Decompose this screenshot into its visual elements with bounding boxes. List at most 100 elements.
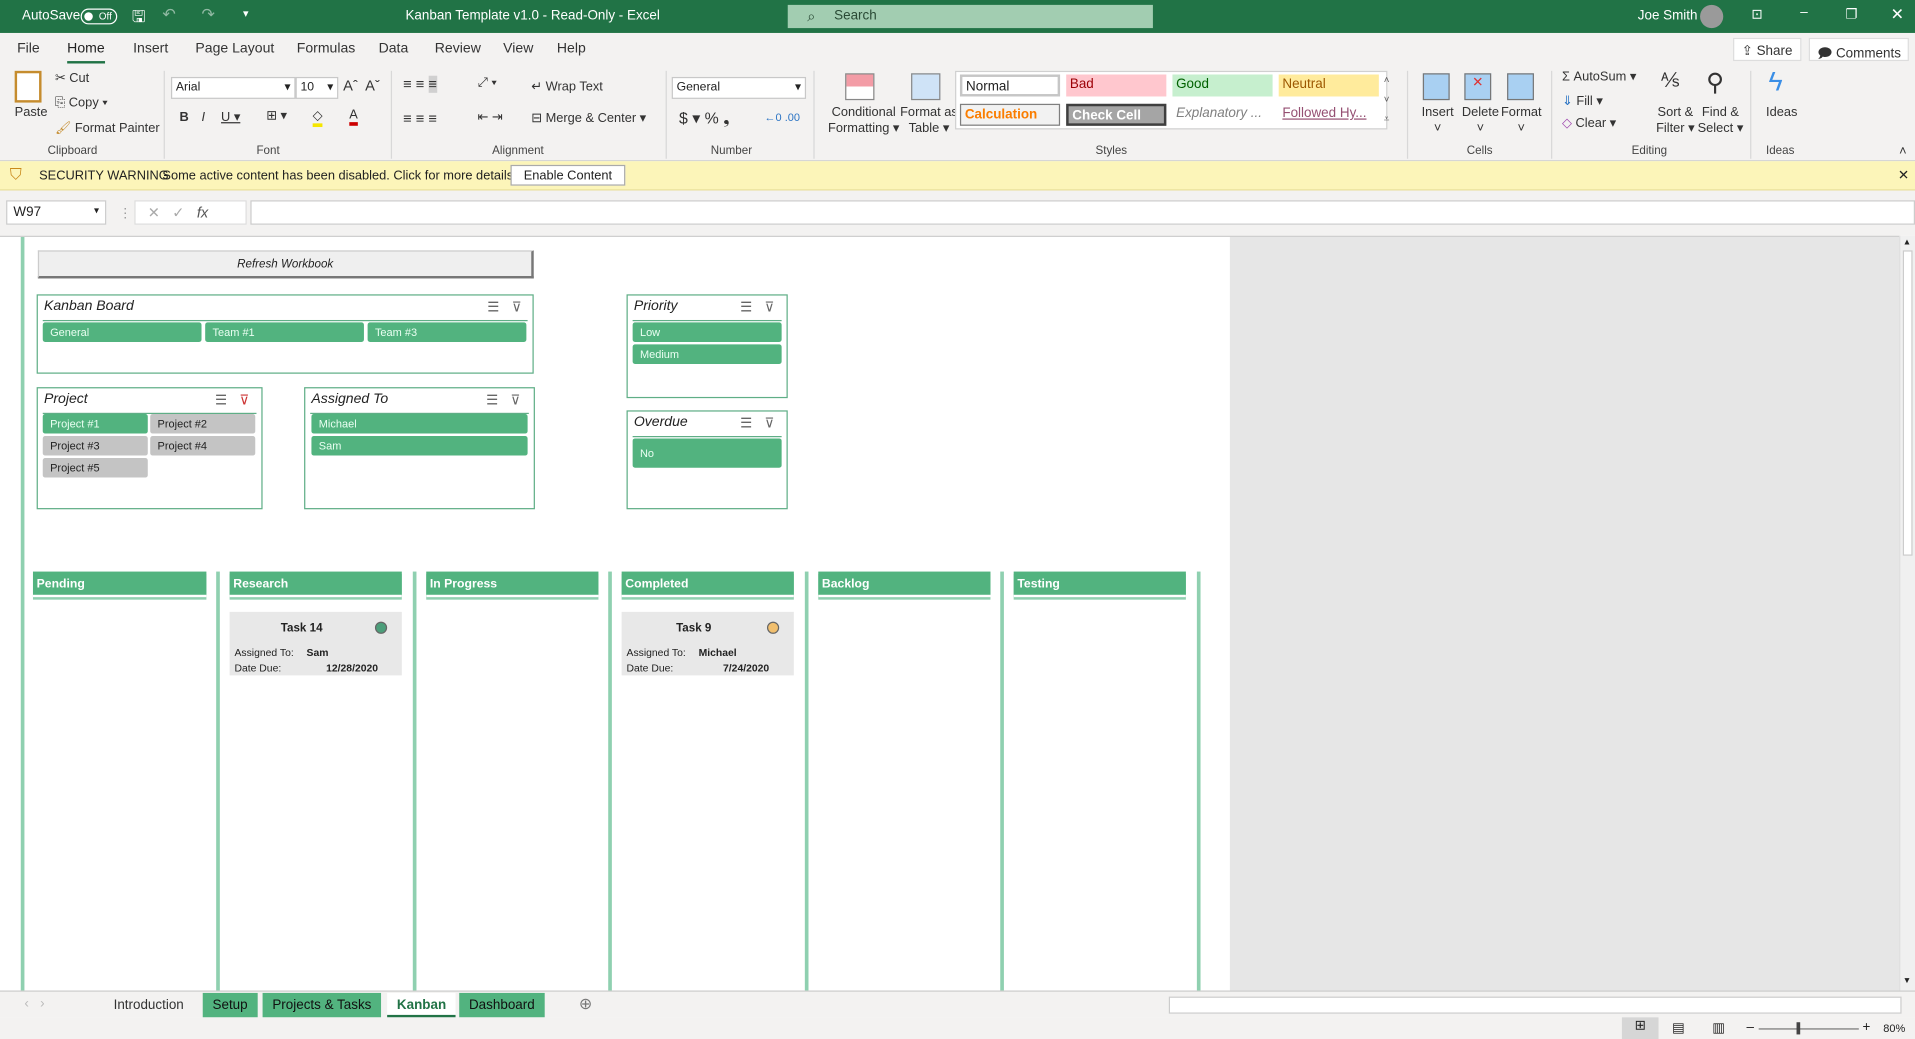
close-icon[interactable]: ✕ bbox=[1891, 5, 1904, 25]
cancel-icon[interactable]: ✕ bbox=[148, 204, 160, 221]
enter-icon[interactable]: ✓ bbox=[172, 204, 184, 221]
borders-icon[interactable]: ⊞ ▾ bbox=[266, 109, 287, 124]
minimize-icon[interactable]: – bbox=[1800, 5, 1807, 20]
enable-content-button[interactable]: Enable Content bbox=[510, 164, 626, 186]
refresh-workbook-button[interactable]: Refresh Workbook bbox=[37, 250, 534, 279]
sort-filter-icon[interactable]: ⅍ bbox=[1661, 71, 1679, 93]
style-good[interactable]: Good bbox=[1172, 74, 1273, 97]
add-sheet-icon[interactable]: ⊕ bbox=[579, 994, 592, 1014]
horizontal-scrollbar[interactable] bbox=[1168, 996, 1902, 1014]
page-layout-view-icon[interactable]: ▤ bbox=[1672, 1020, 1685, 1036]
conditional-formatting-button[interactable]: Conditional Formatting ▾ bbox=[828, 105, 899, 137]
format-painter-button[interactable]: 🖌 Format Painter bbox=[55, 120, 160, 136]
font-size-select[interactable]: 10 ▾ bbox=[295, 76, 339, 99]
style-explanatory[interactable]: Explanatory ... bbox=[1172, 104, 1272, 126]
multi-select-icon[interactable]: ☰ bbox=[486, 392, 498, 408]
name-box[interactable]: W97 ▾ bbox=[6, 200, 107, 225]
scroll-down-icon[interactable]: ▼ bbox=[1903, 977, 1911, 986]
restore-icon[interactable]: ❐ bbox=[1845, 6, 1857, 22]
ideas-icon[interactable]: ϟ bbox=[1768, 66, 1782, 98]
share-button[interactable]: ⇪ Share bbox=[1733, 37, 1801, 62]
decimal-icon[interactable]: ←0 .00 bbox=[765, 111, 800, 123]
slicer-item[interactable]: Project #4 bbox=[150, 436, 256, 456]
delete-cells-button[interactable]: Delete ˅ bbox=[1462, 105, 1499, 137]
clear-filter-icon[interactable]: ⊽ bbox=[512, 299, 522, 315]
wrap-text-button[interactable]: ↵ Wrap Text bbox=[531, 79, 603, 94]
multi-select-icon[interactable]: ☰ bbox=[215, 392, 227, 408]
slicer-item[interactable]: Team #3 bbox=[367, 322, 527, 342]
cut-button[interactable]: ✂ Cut bbox=[55, 71, 89, 86]
comments-button[interactable]: 🗩 Comments bbox=[1808, 37, 1910, 62]
format-cells-icon[interactable] bbox=[1507, 73, 1534, 101]
copy-button[interactable]: ⎘ Copy ▾ bbox=[55, 95, 108, 111]
multi-select-icon[interactable]: ☰ bbox=[740, 299, 752, 315]
slicer-item[interactable]: No bbox=[632, 438, 782, 468]
currency-icon[interactable]: $ ▾ % ❟ bbox=[679, 109, 729, 129]
tab-scroll-icon[interactable]: ‹ › bbox=[24, 997, 44, 1012]
slicer-item[interactable]: Project #2 bbox=[150, 414, 256, 434]
tab-file[interactable]: File bbox=[17, 42, 40, 57]
styles-scroll-icon[interactable]: ˄ ˅ ⩡ bbox=[1384, 71, 1390, 130]
orientation-icon[interactable]: ⤢ ▾ bbox=[478, 76, 497, 92]
slicer-item[interactable]: General bbox=[42, 322, 202, 342]
font-name-select[interactable]: Arial ▾ bbox=[170, 76, 296, 99]
find-select-button[interactable]: Find & Select ▾ bbox=[1698, 105, 1744, 137]
slicer-item[interactable]: Low bbox=[632, 322, 782, 342]
underline-button[interactable]: U ▾ bbox=[221, 110, 240, 125]
close-warning-icon[interactable]: ✕ bbox=[1898, 167, 1909, 184]
ideas-button[interactable]: Ideas bbox=[1766, 105, 1797, 120]
number-format-select[interactable]: General ▾ bbox=[671, 76, 807, 99]
insert-function-icon[interactable]: fx bbox=[197, 204, 208, 221]
style-followed-hyperlink[interactable]: Followed Hy... bbox=[1279, 104, 1379, 126]
style-neutral[interactable]: Neutral bbox=[1278, 74, 1379, 97]
tab-view[interactable]: View bbox=[503, 42, 533, 57]
clear-filter-icon[interactable]: ⊽ bbox=[239, 392, 249, 408]
tab-data[interactable]: Data bbox=[379, 42, 409, 57]
tab-help[interactable]: Help bbox=[557, 42, 586, 57]
merge-center-button[interactable]: ⊟ Merge & Center ▾ bbox=[531, 111, 646, 126]
style-calculation[interactable]: Calculation bbox=[959, 103, 1061, 126]
sheet-tab-projects-tasks[interactable]: Projects & Tasks bbox=[262, 992, 382, 1018]
align-left-icon[interactable]: ≡ ≡ ≡ bbox=[403, 110, 437, 127]
scroll-thumb[interactable] bbox=[1902, 250, 1913, 556]
clear-button[interactable]: ◇ Clear ▾ bbox=[1562, 116, 1616, 131]
style-normal[interactable]: Normal bbox=[959, 74, 1061, 97]
style-check-cell[interactable]: Check Cell bbox=[1066, 103, 1167, 126]
undo-icon[interactable]: ↶ bbox=[162, 5, 175, 25]
zoom-level[interactable]: 80% bbox=[1883, 1022, 1905, 1034]
user-name[interactable]: Joe Smith bbox=[1638, 9, 1698, 24]
tab-review[interactable]: Review bbox=[435, 42, 481, 57]
tab-formulas[interactable]: Formulas bbox=[297, 42, 356, 57]
slicer-item[interactable]: Project #1 bbox=[42, 414, 148, 434]
slicer-item[interactable]: Project #5 bbox=[42, 457, 148, 478]
slicer-item[interactable]: Michael bbox=[311, 414, 528, 434]
sheet-tab-introduction[interactable]: Introduction bbox=[104, 993, 194, 1017]
italic-button[interactable]: I bbox=[202, 110, 206, 125]
format-cells-button[interactable]: Format ˅ bbox=[1501, 105, 1542, 137]
tab-home[interactable]: Home bbox=[67, 42, 105, 64]
task-card[interactable]: Task 14 Assigned To: Sam Date Due: 12/28… bbox=[229, 611, 402, 676]
insert-cells-button[interactable]: Insert ˅ bbox=[1422, 105, 1454, 137]
normal-view-icon[interactable]: ⊞ bbox=[1621, 1017, 1659, 1039]
slicer-item[interactable]: Team #1 bbox=[205, 322, 364, 342]
zoom-slider-thumb[interactable] bbox=[1796, 1022, 1801, 1035]
indent-icon[interactable]: ⇤ ⇥ bbox=[478, 110, 503, 125]
bold-button[interactable]: B bbox=[180, 110, 189, 125]
conditional-formatting-icon[interactable] bbox=[845, 73, 875, 101]
format-as-table-button[interactable]: Format as Table ▾ bbox=[900, 105, 958, 137]
zoom-out-icon[interactable]: – bbox=[1746, 1020, 1753, 1035]
sheet-tab-dashboard[interactable]: Dashboard bbox=[459, 992, 545, 1018]
vertical-scrollbar[interactable]: ▲ ▼ bbox=[1899, 235, 1915, 991]
ribbon-display-icon[interactable]: ⊡ bbox=[1751, 6, 1762, 22]
slicer-item[interactable]: Medium bbox=[632, 344, 782, 364]
page-break-view-icon[interactable]: ▥ bbox=[1712, 1020, 1725, 1036]
task-card[interactable]: Task 9 Assigned To: Michael Date Due: 7/… bbox=[621, 611, 794, 676]
style-bad[interactable]: Bad bbox=[1066, 74, 1167, 97]
font-color-icon[interactable]: A bbox=[349, 107, 358, 126]
fill-button[interactable]: ⇓ Fill ▾ bbox=[1562, 94, 1603, 109]
clear-filter-icon[interactable]: ⊽ bbox=[511, 392, 521, 408]
decrease-font-icon[interactable]: Aˇ bbox=[365, 77, 380, 94]
zoom-in-icon[interactable]: + bbox=[1862, 1020, 1870, 1035]
sort-filter-button[interactable]: Sort & Filter ▾ bbox=[1656, 105, 1695, 137]
scroll-up-icon[interactable]: ▲ bbox=[1903, 238, 1911, 247]
